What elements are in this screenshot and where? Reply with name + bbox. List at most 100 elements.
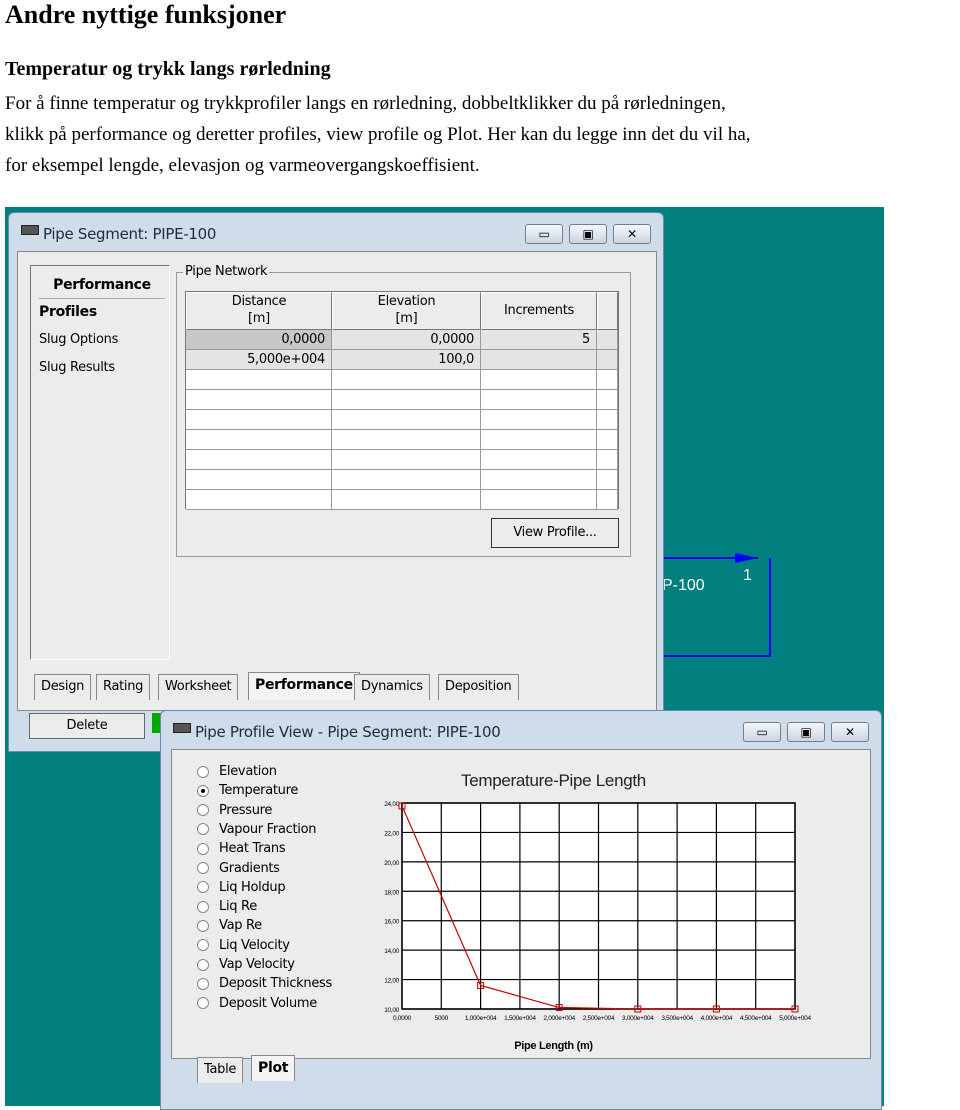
table-cell[interactable]: [481, 390, 597, 410]
radio-button-icon[interactable]: [197, 958, 209, 971]
table-cell[interactable]: 0,0000: [186, 330, 332, 350]
table-cell[interactable]: [481, 350, 597, 370]
table-cell[interactable]: [481, 490, 597, 510]
table-cell[interactable]: [186, 430, 332, 450]
table-cell[interactable]: 5: [481, 330, 597, 350]
chart-title: Temperature-Pipe Length: [461, 771, 646, 790]
column-header-increments[interactable]: Increments: [481, 292, 597, 330]
radio-deposit-thickness[interactable]: Deposit Thickness: [197, 974, 332, 993]
radio-button-icon[interactable]: [197, 997, 209, 1010]
table-cell[interactable]: [481, 430, 597, 450]
tab-worksheet[interactable]: Worksheet: [158, 674, 239, 700]
profile-body: Elevation Temperature Pressure Vapour Fract…: [171, 749, 871, 1059]
table-cell[interactable]: [186, 470, 332, 490]
table-cell[interactable]: [332, 490, 481, 510]
radio-vapour-fraction[interactable]: Vapour Fraction: [197, 820, 316, 839]
maximize-button[interactable]: ▣: [569, 224, 607, 244]
table-cell[interactable]: 5,000e+004: [186, 350, 332, 370]
table-cell[interactable]: [332, 470, 481, 490]
column-header-blank: [597, 292, 618, 330]
tab-deposition[interactable]: Deposition: [438, 674, 519, 700]
radio-button-icon[interactable]: [197, 977, 209, 990]
paragraph: For å finne temperatur og trykkprofiler …: [5, 88, 960, 181]
radio-button-icon[interactable]: [197, 900, 209, 913]
pipe-body: Performance Profiles Slug Options Slug R…: [17, 251, 657, 711]
table-cell[interactable]: [597, 490, 618, 510]
table-cell[interactable]: [481, 410, 597, 430]
table-cell[interactable]: [597, 330, 618, 350]
radio-liq-holdup[interactable]: Liq Holdup: [197, 878, 286, 897]
tab-design[interactable]: Design: [34, 674, 92, 700]
close-button[interactable]: ✕: [831, 722, 869, 742]
tab-plot[interactable]: Plot: [251, 1055, 296, 1081]
table-cell[interactable]: [597, 390, 618, 410]
sidebar-item-slug-results[interactable]: Slug Results: [39, 360, 115, 375]
table-cell[interactable]: [332, 430, 481, 450]
sidebar-item-slug-options[interactable]: Slug Options: [39, 332, 118, 347]
x-tick-label: 5,000e+004: [779, 1015, 811, 1022]
radio-liq-velocity[interactable]: Liq Velocity: [197, 936, 290, 955]
window-title: Pipe Segment: PIPE-100: [43, 225, 217, 243]
table-cell[interactable]: [186, 410, 332, 430]
y-tick-label: 14,00: [384, 948, 399, 955]
radio-button-icon[interactable]: [197, 823, 209, 836]
table-cell[interactable]: [597, 370, 618, 390]
radio-heat-trans[interactable]: Heat Trans: [197, 839, 286, 858]
tab-rating[interactable]: Rating: [96, 674, 151, 700]
tab-dynamics[interactable]: Dynamics: [354, 674, 430, 700]
page-heading: Andre nyttige funksjoner: [5, 0, 287, 29]
table-cell[interactable]: [481, 370, 597, 390]
pipe-network-table[interactable]: Distance [m] Elevation [m] Increments 0,00…: [185, 291, 619, 510]
table-cell[interactable]: [597, 470, 618, 490]
radio-button-icon[interactable]: [197, 862, 209, 874]
sidebar-header: Performance: [39, 272, 165, 299]
radio-button-icon[interactable]: [197, 842, 209, 855]
table-cell[interactable]: [332, 450, 481, 470]
radio-vap-velocity[interactable]: Vap Velocity: [197, 955, 295, 974]
radio-button-icon[interactable]: [197, 939, 209, 952]
minimize-button[interactable]: ▭: [743, 722, 781, 742]
radio-vap-re[interactable]: Vap Re: [197, 916, 262, 935]
paragraph-line: klikk på performance og deretter profile…: [5, 124, 751, 145]
radio-deposit-volume[interactable]: Deposit Volume: [197, 994, 317, 1013]
tab-table[interactable]: Table: [197, 1057, 244, 1083]
tab-performance[interactable]: Performance: [248, 672, 360, 700]
table-cell[interactable]: [186, 390, 332, 410]
minimize-button[interactable]: ▭: [525, 224, 563, 244]
radio-elevation[interactable]: Elevation: [197, 762, 277, 781]
x-tick-label: 3,000e+004: [622, 1015, 654, 1022]
radio-button-icon[interactable]: [197, 765, 209, 778]
table-cell[interactable]: [186, 450, 332, 470]
radio-liq-re[interactable]: Liq Re: [197, 897, 257, 916]
y-tick-label: 20,00: [384, 860, 399, 867]
radio-temperature[interactable]: Temperature: [197, 781, 298, 800]
sidebar-item-profiles[interactable]: Profiles: [39, 304, 97, 320]
view-profile-button[interactable]: View Profile...: [491, 518, 619, 548]
table-cell[interactable]: [481, 470, 597, 490]
maximize-button[interactable]: ▣: [787, 722, 825, 742]
table-cell[interactable]: [332, 370, 481, 390]
delete-button[interactable]: Delete: [29, 713, 145, 739]
radio-button-icon[interactable]: [197, 784, 209, 797]
y-tick-label: 24,00: [384, 801, 399, 808]
column-header-elevation[interactable]: Elevation [m]: [332, 292, 481, 330]
radio-gradients[interactable]: Gradients: [197, 859, 280, 878]
radio-button-icon[interactable]: [197, 804, 209, 817]
table-cell[interactable]: [597, 350, 618, 370]
column-header-distance[interactable]: Distance [m]: [186, 292, 332, 330]
table-cell[interactable]: [481, 450, 597, 470]
close-button[interactable]: ✕: [613, 224, 651, 244]
radio-button-icon[interactable]: [197, 881, 209, 894]
table-cell[interactable]: [332, 390, 481, 410]
table-cell[interactable]: [332, 410, 481, 430]
radio-pressure[interactable]: Pressure: [197, 801, 272, 820]
table-cell[interactable]: [597, 450, 618, 470]
table-cell[interactable]: [597, 410, 618, 430]
x-tick-label: 3,500e+004: [661, 1015, 693, 1022]
table-cell[interactable]: 100,0: [332, 350, 481, 370]
radio-button-icon[interactable]: [197, 919, 209, 932]
table-cell[interactable]: [186, 490, 332, 510]
table-cell[interactable]: 0,0000: [332, 330, 481, 350]
table-cell[interactable]: [597, 430, 618, 450]
table-cell[interactable]: [186, 370, 332, 390]
